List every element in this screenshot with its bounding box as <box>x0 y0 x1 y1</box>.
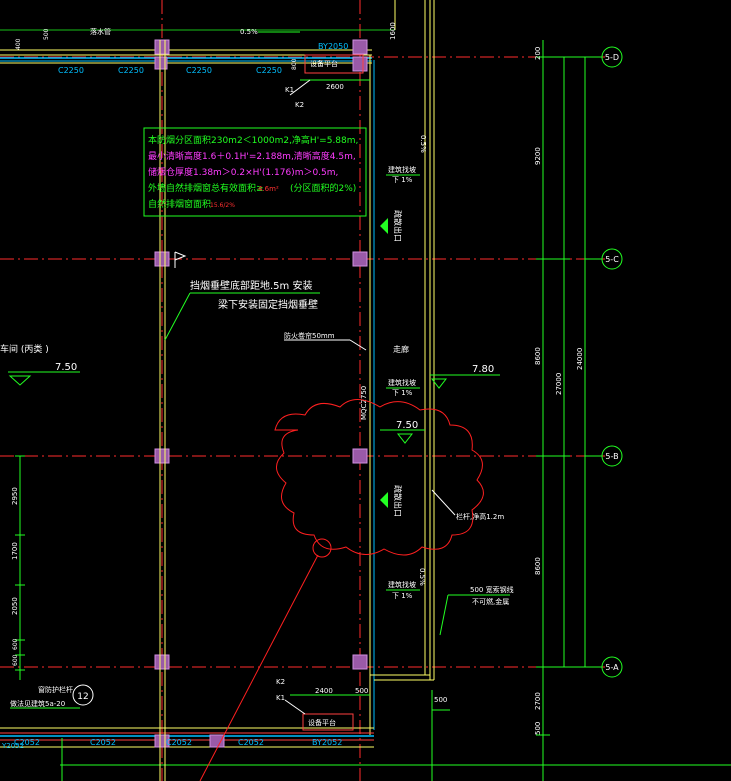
drawing-label: 本防烟分区面积230m2＜1000m2,净高H'=5.88m, <box>148 134 358 146</box>
right-perimeter <box>369 0 435 735</box>
equipment-platform-bottom: 设备平台 K2 K1 <box>276 678 354 731</box>
drawing-label: 建筑找坡 <box>388 580 416 589</box>
fire-wall-leader <box>349 339 367 351</box>
drawing-label: 建筑找坡 <box>388 165 416 174</box>
drawing-label: 4.6m² <box>258 185 279 193</box>
exit-markers: 疏散出口 疏散出口 <box>380 210 403 517</box>
revision-cloud <box>274 399 484 556</box>
drawing-label: C2250 <box>58 66 84 75</box>
drawing-label: 窗防护栏杆 <box>38 685 73 694</box>
drawing-label: 2400 <box>315 687 333 695</box>
drawing-label: MQC2750 <box>360 386 368 420</box>
drawing-label: 7.50 <box>396 420 418 431</box>
drawing-label: 200 <box>534 47 542 60</box>
drawing-label: K1 <box>276 694 285 702</box>
drawing-label: 2600 <box>326 83 344 91</box>
drawing-label: 疏散出口 <box>393 485 403 517</box>
drawing-label: 做法见建筑5a-20 <box>10 699 65 708</box>
drawing-label: 7.80 <box>472 364 494 375</box>
drawing-label: 5-D <box>605 53 619 62</box>
elevation-left: 7.50 <box>8 362 80 386</box>
smoke-wall-leader <box>164 292 191 341</box>
drawing-label: 0.5% <box>418 568 426 586</box>
drawing-label: 2950 <box>11 487 19 505</box>
drawing-label: 1600 <box>389 22 397 40</box>
drawing-label: 800 <box>291 58 298 70</box>
drawing-label: 0.5% <box>419 135 427 153</box>
right-dimension-lines <box>536 40 590 781</box>
drawing-label: K2 <box>276 678 285 686</box>
drawing-label: C2052 <box>238 738 264 747</box>
drawing-label: 防火卷帘50mm <box>284 331 335 340</box>
drawing-label: 5-A <box>605 663 619 672</box>
axis-lines <box>0 0 605 781</box>
drawing-label: 外墙自然排烟窗总有效面积≥ <box>148 182 264 194</box>
drawing-label: C2250 <box>256 66 282 75</box>
drawing-label: 600 <box>12 654 19 666</box>
drawing-label: C2052 <box>90 738 116 747</box>
edge-leader <box>439 594 449 636</box>
drawing-label: (分区面积的2%) <box>290 182 356 194</box>
drawing-label: 5-C <box>605 255 619 264</box>
drawing-label: Y2052 <box>1 742 24 750</box>
drawing-label: 9200 <box>534 147 542 165</box>
elevation-right-2: 7.50 <box>380 420 425 444</box>
drawing-label: 下 1% <box>392 592 413 600</box>
drawing-label: 下 1% <box>392 389 413 397</box>
smoke-zone-note: 本防烟分区面积230m2＜1000m2,净高H'=5.88m, 最小清晰高度1.… <box>143 127 367 217</box>
drawing-label: 600 <box>12 638 19 650</box>
drawing-label: BY2052 <box>312 738 342 747</box>
drawing-label: 500 <box>534 722 542 735</box>
flag-marker <box>174 251 187 268</box>
drawing-label: 疏散出口 <box>393 210 403 242</box>
drawing-label: 500 <box>434 696 447 704</box>
drawing-label: 2700 <box>534 692 542 710</box>
drawing-label: C2052 <box>166 738 192 747</box>
drawing-label: 设备平台 <box>308 718 336 727</box>
rail-leader <box>431 489 456 516</box>
drawing-label: C2250 <box>186 66 212 75</box>
drawing-label: 24000 <box>576 348 584 370</box>
cad-floor-plan: 5-D 5-C 5-B 5-A 200 9200 8600 8600 2700 … <box>0 0 731 781</box>
drawing-label: 5-B <box>605 452 618 461</box>
drawing-label: 500 宽索钢线 <box>470 585 514 594</box>
left-dimension-lines <box>15 455 63 781</box>
drawing-label: 下 1% <box>392 176 413 184</box>
drawing-label: 15.6/2% <box>210 202 235 209</box>
drawing-label: 2050 <box>11 597 19 615</box>
drawing-label: 27000 <box>555 373 563 395</box>
cloud-marker-circle <box>312 538 332 558</box>
drawing-label: C2250 <box>118 66 144 75</box>
drawing-label: 设备平台 <box>310 59 338 68</box>
drawing-label: 1700 <box>11 542 19 560</box>
drawing-label: 储烟仓厚度1.38m＞0.2×H'(1.176)m＞0.5m, <box>148 166 338 178</box>
drawing-label: 落水管 <box>90 27 111 36</box>
drawing-label: 500 <box>355 687 368 695</box>
drawing-label: BY2050 <box>318 42 348 51</box>
smoke-wall-line2: 梁下安装固定挡烟垂壁 <box>218 298 318 311</box>
drawing-label: 不可燃,金属 <box>472 597 509 606</box>
drawing-label: 自然排烟窗面积 <box>148 198 211 210</box>
drawing-label: 走廊 <box>393 344 409 354</box>
drawing-label: 12 <box>77 692 88 702</box>
top-wall <box>0 0 396 64</box>
drawing-label: 8600 <box>534 347 542 365</box>
columns <box>154 39 368 748</box>
drawing-label: 400 <box>15 38 22 50</box>
drawing-label: 建筑找坡 <box>388 378 416 387</box>
drawing-label: 0.5% <box>240 28 258 36</box>
slope-annotations: 建筑找坡 下 1% 建筑找坡 下 1% 建筑找坡 下 1% 0.5% 0.5% <box>386 135 427 600</box>
smoke-wall-line1: 挡烟垂壁底部距地.5m 安装 <box>190 279 312 292</box>
drawing-label: 栏杆,净高1.2m <box>456 512 504 521</box>
drawing-label: 最小清晰高度1.6＋0.1H'=2.188m,清晰高度4.5m, <box>148 150 356 162</box>
drawing-label: 7.50 <box>55 362 77 373</box>
drawing-label: 车间 (丙类 ) <box>0 343 49 355</box>
drawing-label: K2 <box>295 101 304 109</box>
drawing-label: 500 <box>43 28 50 40</box>
drawing-label: 8600 <box>534 557 542 575</box>
elevation-right-1: 7.80 <box>430 364 500 389</box>
